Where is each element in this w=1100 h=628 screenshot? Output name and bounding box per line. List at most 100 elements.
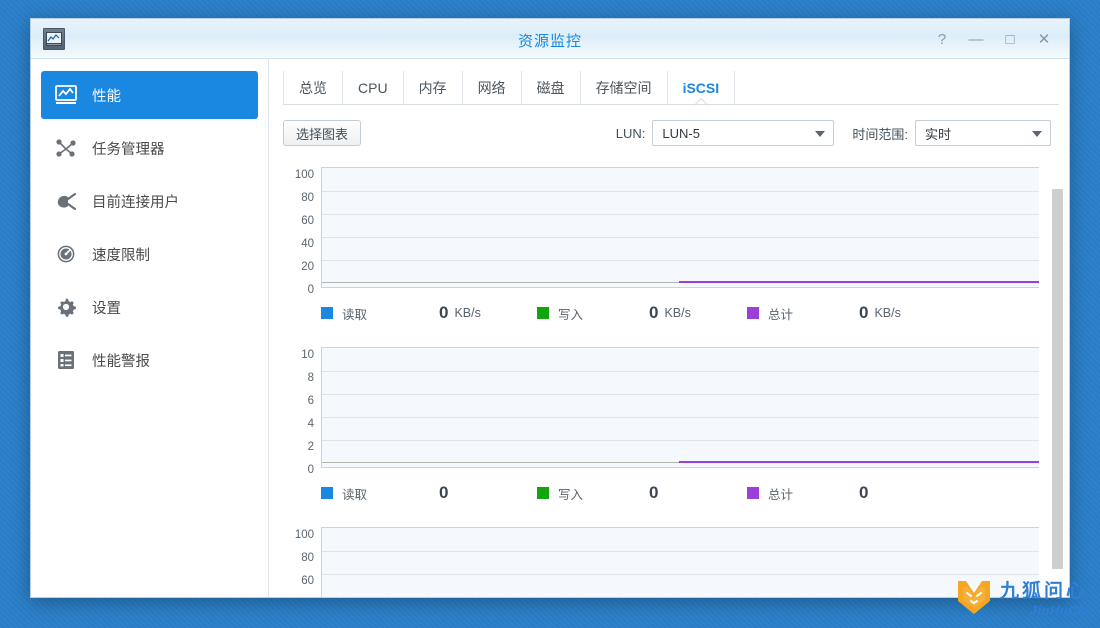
time-range-select-value: 实时 <box>925 126 952 142</box>
legend-value: 0 <box>859 483 869 502</box>
tab-label: 磁盘 <box>536 80 565 96</box>
speed-gauge-icon <box>53 241 79 267</box>
sidebar-item-settings[interactable]: 设置 <box>41 283 258 331</box>
sidebar-item-task-manager[interactable]: 任务管理器 <box>41 124 258 172</box>
legend-label: 读取 <box>342 487 368 502</box>
window-titlebar: 资源监控 ? — □ ✕ <box>31 19 1069 59</box>
legend-unit: KB/s <box>874 306 901 320</box>
gridline <box>322 574 1039 575</box>
chart-scrollbar-thumb[interactable] <box>1052 189 1063 569</box>
plot-area <box>321 527 1039 597</box>
tab-label: 网络 <box>477 80 506 96</box>
help-button[interactable]: ? <box>927 25 957 53</box>
chevron-down-icon <box>815 131 826 137</box>
tab-label: CPU <box>358 80 388 96</box>
legend-label: 写入 <box>558 307 584 322</box>
lun-label: LUN: <box>615 125 646 141</box>
chart-toolbar: 选择图表 LUN: LUN-5 时间范围: 实时 <box>283 119 1051 147</box>
legend-swatch-write <box>537 307 549 319</box>
sidebar: 性能 任务管理器 目前连接用户 速度限制 设置 性能警报 <box>31 59 269 597</box>
resource-monitor-window: 资源监控 ? — □ ✕ 性能 任务管理器 目前连接用户 速度限制 设置 性能警… <box>30 18 1070 598</box>
gridline <box>322 191 1039 192</box>
tab-iscsi[interactable]: iSCSI <box>668 71 736 105</box>
series-line-total <box>679 461 1039 463</box>
legend-unit: KB/s <box>454 306 481 320</box>
legend-value-read: 0 <box>433 483 537 503</box>
legend-value: 0 <box>649 303 659 322</box>
legend-swatch-total <box>747 307 759 319</box>
sidebar-item-performance-alert[interactable]: 性能警报 <box>41 336 258 384</box>
y-axis: 10 8 6 4 2 0 <box>283 347 317 476</box>
chart-iops: IOPS 10 8 6 4 2 0 <box>269 347 1069 511</box>
sidebar-item-label: 速度限制 <box>92 247 150 264</box>
sidebar-item-performance[interactable]: 性能 <box>41 71 258 119</box>
y-tick: 0 <box>307 464 314 476</box>
y-axis: 100 80 60 <box>283 527 317 597</box>
y-tick: 60 <box>301 575 314 587</box>
sidebar-item-label: 目前连接用户 <box>92 194 179 211</box>
lun-select[interactable]: LUN-5 <box>652 120 835 146</box>
time-range-select[interactable]: 实时 <box>915 120 1051 146</box>
legend-value: 0 <box>649 483 659 502</box>
y-tick: 20 <box>301 261 314 273</box>
plot-wrap: 100 80 60 <box>283 527 1039 597</box>
tab-label: iSCSI <box>682 80 720 96</box>
legend-swatch-read <box>321 487 333 499</box>
legend-item-read: 读取 <box>321 304 433 323</box>
gridline <box>322 214 1039 215</box>
legend-value-read: 0 KB/s <box>433 303 537 323</box>
y-tick: 80 <box>301 552 314 564</box>
y-tick: 10 <box>301 349 314 361</box>
legend-label: 总计 <box>768 487 794 502</box>
y-tick: 0 <box>307 284 314 296</box>
legend-swatch-total <box>747 487 759 499</box>
plot-area <box>321 347 1039 468</box>
legend-item-write: 写入 <box>537 304 643 323</box>
tab-disk[interactable]: 磁盘 <box>522 71 581 105</box>
minimize-button[interactable]: — <box>961 25 991 53</box>
plug-connection-icon <box>53 188 79 214</box>
tab-network[interactable]: 网络 <box>463 71 522 105</box>
tab-label: 存储空间 <box>595 80 652 96</box>
sidebar-item-label: 任务管理器 <box>92 141 165 158</box>
tab-label: 总览 <box>299 80 327 96</box>
performance-chart-icon <box>53 82 79 108</box>
tab-cpu[interactable]: CPU <box>343 71 404 105</box>
chart-latency: 延迟 (us) 100 80 60 <box>269 527 1069 597</box>
plot-wrap: 10 8 6 4 2 0 <box>283 347 1039 476</box>
tab-memory[interactable]: 内存 <box>404 71 463 105</box>
chart-scroll-area[interactable]: 传输性能 (KB/s) 100 80 60 40 20 0 <box>269 151 1069 597</box>
select-chart-button[interactable]: 选择图表 <box>283 120 362 146</box>
chart-throughput: 传输性能 (KB/s) 100 80 60 40 20 0 <box>269 167 1069 331</box>
lun-select-value: LUN-5 <box>662 125 700 141</box>
chart-scrollbar[interactable] <box>1052 151 1063 597</box>
sidebar-item-label: 性能 <box>92 88 121 105</box>
sidebar-item-connected-users[interactable]: 目前连接用户 <box>41 177 258 225</box>
legend-value: 0 <box>859 303 869 322</box>
watermark-en: JiuHuCN <box>1029 603 1088 618</box>
tab-bar: 总览 CPU 内存 网络 磁盘 存储空间 iSCSI <box>283 71 1069 105</box>
y-axis: 100 80 60 40 20 0 <box>283 167 317 296</box>
legend-value: 0 <box>439 483 449 502</box>
task-manager-icon <box>53 135 79 161</box>
legend-value-total: 0 KB/s <box>853 303 901 323</box>
tab-overview[interactable]: 总览 <box>283 71 343 105</box>
legend-item-total: 总计 <box>747 304 853 323</box>
content-area: 总览 CPU 内存 网络 磁盘 存储空间 iSCSI 选择图表 LUN: LUN… <box>269 59 1069 597</box>
gear-icon <box>53 294 79 320</box>
tab-underline <box>283 104 1059 105</box>
y-tick: 40 <box>301 238 314 250</box>
legend-label: 写入 <box>558 487 584 502</box>
legend-value: 0 <box>439 303 449 322</box>
close-button[interactable]: ✕ <box>1029 25 1059 53</box>
y-tick: 100 <box>294 169 314 181</box>
gridline <box>322 394 1039 395</box>
maximize-button[interactable]: □ <box>995 25 1025 53</box>
y-tick: 8 <box>307 372 314 384</box>
plot-area <box>321 167 1039 288</box>
sidebar-item-speed-limit[interactable]: 速度限制 <box>41 230 258 278</box>
tab-storage[interactable]: 存储空间 <box>581 71 668 105</box>
time-range-label: 时间范围: <box>852 126 908 142</box>
gridline <box>322 440 1039 441</box>
y-tick: 2 <box>307 441 314 453</box>
